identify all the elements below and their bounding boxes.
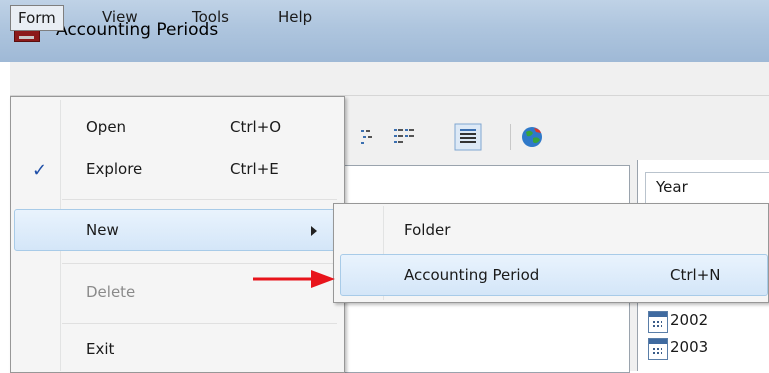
menu-item-folder[interactable]: Folder: [404, 221, 450, 239]
small-icons-view-icon[interactable]: [355, 123, 383, 151]
menu-separator: [62, 323, 337, 324]
check-icon: ✓: [32, 160, 48, 181]
shortcut-open: Ctrl+O: [230, 118, 282, 136]
details-view-icon[interactable]: [454, 123, 482, 151]
shortcut-explore: Ctrl+E: [230, 160, 279, 178]
annotation-arrow-icon: [253, 270, 335, 288]
toolbar-separator: [510, 124, 511, 150]
menu-separator: [62, 263, 337, 264]
menu-view[interactable]: View: [95, 5, 145, 29]
submenu-arrow-icon: [311, 226, 317, 236]
menu-item-accounting-period[interactable]: Accounting Period: [404, 266, 539, 284]
calendar-icon: [648, 338, 668, 360]
menu-item-explore[interactable]: Explore: [86, 160, 142, 178]
menu-form[interactable]: Form: [10, 5, 64, 31]
menu-help[interactable]: Help: [271, 5, 319, 29]
calendar-icon: [648, 311, 668, 333]
menu-item-delete[interactable]: Delete: [86, 283, 135, 301]
menu-tools[interactable]: Tools: [185, 5, 236, 29]
menu-item-new[interactable]: New: [86, 221, 119, 239]
menu-item-new-highlight: [14, 209, 339, 251]
column-header-year[interactable]: Year: [645, 172, 769, 204]
menu-item-exit[interactable]: Exit: [86, 340, 114, 358]
menu-separator: [62, 199, 337, 200]
menu-bar: [10, 62, 769, 96]
list-view-icon[interactable]: [390, 123, 418, 151]
shortcut-accounting-period: Ctrl+N: [670, 266, 721, 284]
globe-icon[interactable]: [518, 123, 546, 151]
menu-item-open[interactable]: Open: [86, 118, 126, 136]
